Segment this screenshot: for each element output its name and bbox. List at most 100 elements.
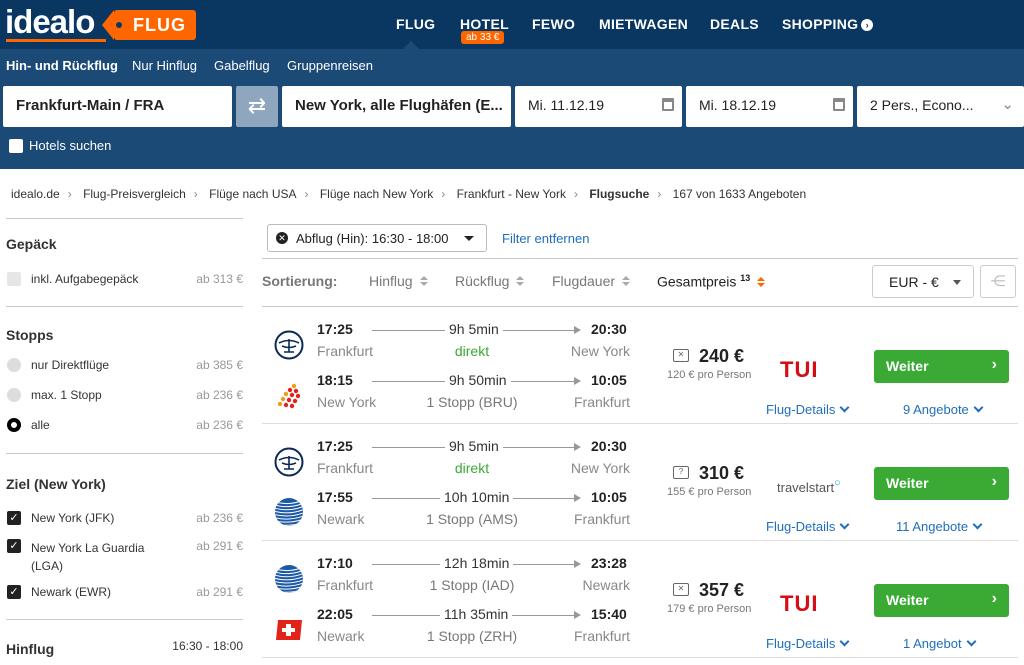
sort-flugdauer[interactable]: Flugdauer [552,273,631,289]
passengers-select[interactable]: 2 Pers., Econo... ⌄ [857,86,1024,127]
weiter-button-label: Weiter [886,475,929,491]
divider [262,306,1018,307]
return-destination-city: Frankfurt [573,511,630,527]
nav-deals[interactable]: DEALS [710,16,759,32]
dest-lga-checkbox[interactable]: ✓ [7,539,21,553]
dest-lga-label[interactable]: New York La Guardia (LGA) [31,539,144,575]
return-date-input[interactable]: Mi. 18.12.19 [686,86,853,127]
breadcrumb-item[interactable]: Flüge nach New York [320,187,433,201]
stops-max1-radio[interactable] [7,388,21,402]
currency-select[interactable]: EUR - € [872,265,974,298]
top-header: idealo FLUG FLUG HOTEL ab 33 € FEWO MIET… [0,0,1024,49]
stops-direct-label[interactable]: nur Direktflüge [31,358,109,372]
remove-filter-link[interactable]: Filter entfernen [502,231,589,246]
idealo-logo[interactable]: idealo [5,3,95,41]
tui-logo[interactable]: TUI [780,357,818,383]
depart-date-input[interactable]: Mi. 11.12.19 [515,86,682,127]
hotels-label[interactable]: Hotels suchen [29,138,111,153]
weiter-button-label: Weiter [886,592,929,608]
flight-details-label: Flug-Details [766,519,836,534]
divider [262,657,1018,658]
offers-link[interactable]: 1 Angebot [903,636,977,651]
currency-value: EUR - € [889,274,939,290]
breadcrumb-item[interactable]: Flug-Preisvergleich [83,187,186,201]
nav-flug[interactable]: FLUG [396,16,435,32]
return-arrival-time: 15:40 [591,606,627,622]
trip-type-roundtrip[interactable]: Hin- und Rückflug [6,58,118,73]
return-origin-city: New York [317,394,377,410]
nav-mietwagen[interactable]: MIETWAGEN [599,16,688,32]
weiter-button-label: Weiter [886,358,929,374]
flight-details-link[interactable]: Flug-Details [766,519,850,534]
breadcrumb-item[interactable]: idealo.de [11,187,60,201]
travelstart-logo[interactable]: travelstart○ [777,477,841,495]
outbound-stops: direkt [454,343,490,359]
active-filter-dropdown[interactable]: ✕ Abflug (Hin): 16:30 - 18:00 [267,224,487,252]
weiter-button[interactable]: Weiter › [874,584,1009,617]
divider [6,619,243,620]
outbound-destination-city: New York [570,460,630,476]
baggage-icon: ✕ [673,583,689,596]
sort-rueckflug[interactable]: Rückflug [455,273,525,289]
outbound-destination-city: Newark [582,577,630,593]
arrow-right-icon [574,377,581,385]
dest-ewr-checkbox[interactable]: ✓ [7,585,21,599]
sort-arrows-active-icon [757,276,766,287]
weiter-button[interactable]: Weiter › [874,467,1009,500]
trip-type-group[interactable]: Gruppenreisen [287,58,373,73]
depart-date-value: Mi. 11.12.19 [528,97,605,113]
stops-all-label[interactable]: alle [31,418,50,432]
offers-link[interactable]: 9 Angebote [903,402,984,417]
offers-link[interactable]: 11 Angebote [896,519,983,534]
chevron-down-icon [966,636,977,647]
baggage-label[interactable]: inkl. Aufgabegepäck [31,272,138,286]
price-per-person: 120 € pro Person [667,369,752,381]
dest-lga-label-line2: (LGA) [31,559,64,573]
return-duration: 10h 10min [440,489,514,505]
origin-input[interactable]: Frankfurt-Main / FRA [3,86,232,127]
nav-hotel[interactable]: HOTEL [460,16,509,32]
swap-icon[interactable]: ⇄ [236,86,278,127]
filter-title-gepaeck: Gepäck [6,236,57,252]
sort-hinflug[interactable]: Hinflug [369,273,428,289]
breadcrumb-item[interactable]: Flüge nach USA [209,187,296,201]
sort-arrows-icon [622,276,631,286]
stops-all-price: ab 236 € [196,418,243,432]
nav-fewo[interactable]: FEWO [532,16,575,32]
share-icon[interactable]: ⋲ [980,265,1016,298]
dest-jfk-checkbox[interactable]: ✓ [7,511,21,525]
stops-all-radio[interactable] [7,418,21,432]
stops-direct-radio[interactable] [7,358,21,372]
tui-logo[interactable]: TUI [780,591,818,617]
stops-max1-label[interactable]: max. 1 Stopp [31,388,102,402]
return-arrival-time: 10:05 [591,372,627,388]
breadcrumb-item[interactable]: Frankfurt - New York [457,187,566,201]
chevron-right-circle-icon: › [861,19,874,31]
breadcrumb: idealo.de › Flug-Preisvergleich › Flüge na… [11,187,807,201]
dest-ewr-label[interactable]: Newark (EWR) [31,585,111,599]
sort-gesamtpreis[interactable]: Gesamtpreis 13 [657,273,766,290]
united-logo [274,497,304,527]
trip-type-openjaw[interactable]: Gabelflug [214,58,270,73]
baggage-icon: ? [673,466,689,479]
destination-input[interactable]: New York, alle Flughäfen (E... [282,86,511,127]
return-arrival-time: 10:05 [591,489,627,505]
flug-tag: FLUG [102,10,196,40]
outbound-stops: direkt [454,460,490,476]
chevron-down-icon [839,402,850,413]
flight-details-link[interactable]: Flug-Details [766,636,850,651]
baggage-checkbox[interactable] [7,272,21,286]
sort-flugdauer-label: Flugdauer [552,273,616,289]
dest-jfk-label[interactable]: New York (JFK) [31,511,114,525]
hotels-checkbox[interactable] [9,139,23,153]
flight-details-link[interactable]: Flug-Details [766,402,850,417]
divider [6,218,243,219]
lufthansa-logo [274,330,304,360]
weiter-button[interactable]: Weiter › [874,350,1009,383]
nav-shopping[interactable]: SHOPPING › [782,16,874,32]
close-icon[interactable]: ✕ [276,232,288,244]
trip-type-oneway[interactable]: Nur Hinflug [132,58,197,73]
return-departure-time: 18:15 [317,372,353,388]
arrow-right-icon [574,560,581,568]
sort-hinflug-label: Hinflug [369,273,413,289]
